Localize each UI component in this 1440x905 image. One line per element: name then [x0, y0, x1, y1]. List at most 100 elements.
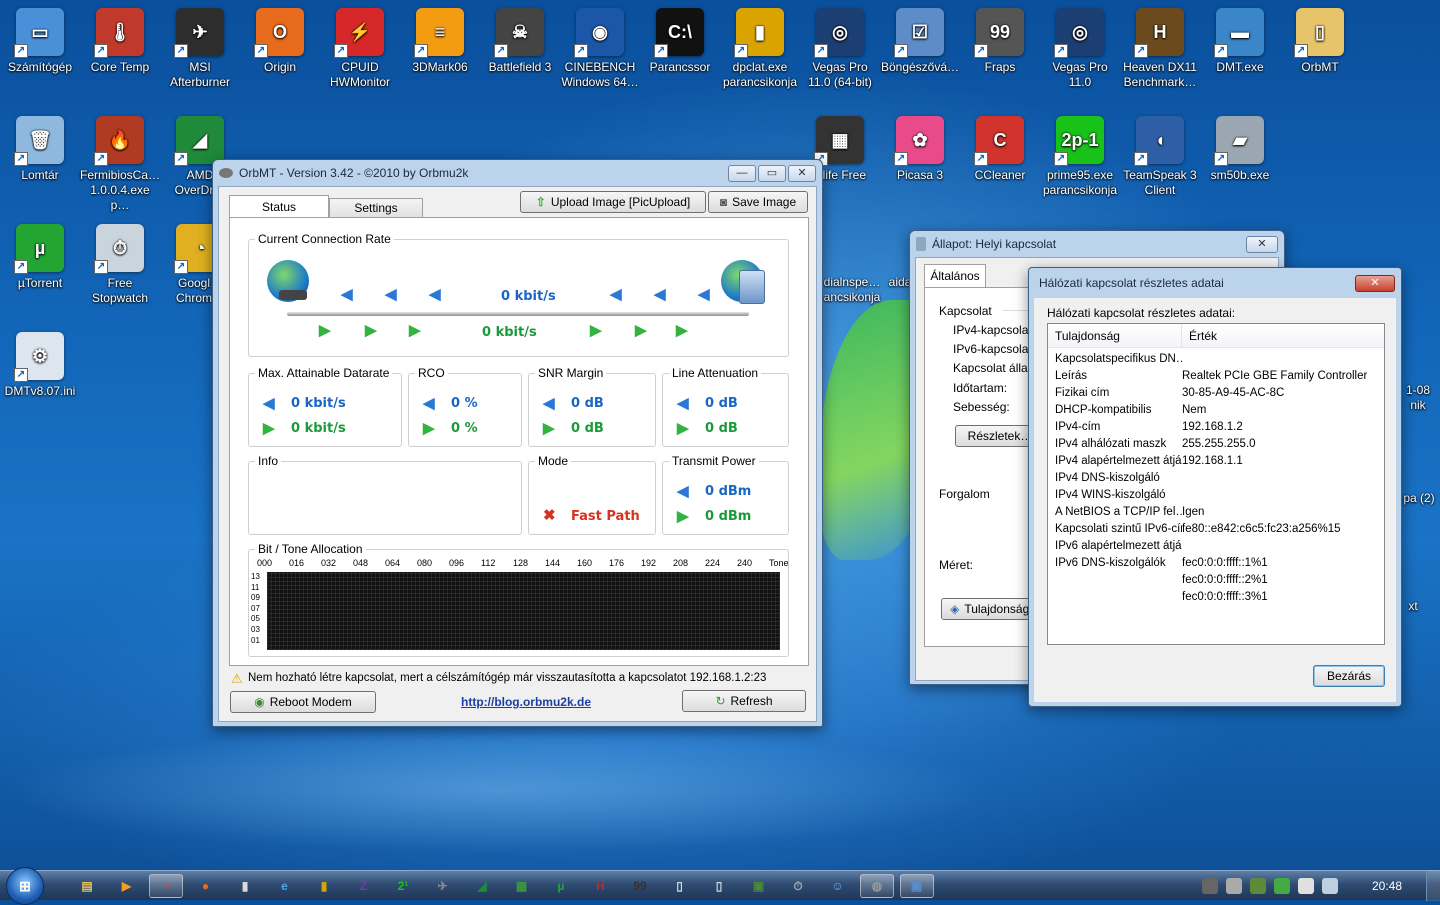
taskbar-chrome-button[interactable]: ◔: [149, 874, 183, 898]
column-header-property[interactable]: Tulajdonság: [1048, 324, 1182, 347]
desktop-icon-partial-2[interactable]: pa (2): [1398, 491, 1440, 506]
maximize-button[interactable]: ▭: [758, 164, 786, 182]
desktop-icon[interactable]: ⏱ ↗ Free Stopwatch: [80, 224, 160, 306]
desktop-icon[interactable]: 🔥 ↗ FermibiosCa… 1.0.0.4.exe p…: [80, 116, 160, 213]
details-titlebar[interactable]: Hálózati kapcsolat részletes adatai ✕: [1029, 268, 1401, 298]
taskbar-utorrent-button[interactable]: µ: [544, 874, 578, 898]
upload-image-button[interactable]: ⇧ Upload Image [PicUpload]: [520, 191, 706, 213]
close-button[interactable]: ✕: [1246, 235, 1278, 253]
desktop-icon[interactable]: ▮ ↗ dpclat.exe parancsikonja: [720, 8, 800, 90]
desktop-icon[interactable]: 🗑 ↗ Lomtár: [0, 116, 80, 183]
tab-general[interactable]: Általános: [924, 264, 986, 288]
close-dialog-button[interactable]: Bezárás: [1313, 665, 1385, 687]
tray-nvidia-icon[interactable]: [1274, 878, 1290, 894]
utorrent-icon: µ: [557, 879, 565, 893]
desktop-icon[interactable]: ▬ ↗ DMT.exe: [1200, 8, 1280, 75]
property-cell: IPv4 DNS-kiszolgáló: [1055, 472, 1160, 484]
details-row[interactable]: DHCP-kompatibilis Nem: [1048, 404, 1384, 421]
taskbar-orbmt-button[interactable]: ◍: [860, 874, 894, 898]
column-header-value[interactable]: Érték: [1182, 324, 1384, 347]
status-titlebar[interactable]: Állapot: Helyi kapcsolat ✕: [910, 231, 1284, 257]
details-row[interactable]: Kapcsolati szintű IPv6-cím fe80::e842:c6c…: [1048, 523, 1384, 540]
taskbar-prime95-button[interactable]: 2¹: [386, 874, 420, 898]
desktop-icon[interactable]: O ↗ Origin: [240, 8, 320, 75]
taskbar-users-button[interactable]: ☺: [821, 874, 855, 898]
taskbar-stopwatch-button[interactable]: ⏱: [781, 874, 815, 898]
desktop-icon[interactable]: ✈ ↗ MSI Afterburner: [160, 8, 240, 90]
blog-link[interactable]: http://blog.orbmu2k.de: [461, 695, 591, 709]
desktop-icon[interactable]: 99 ↗ Fraps: [960, 8, 1040, 75]
details-window[interactable]: Hálózati kapcsolat részletes adatai ✕ Há…: [1028, 267, 1402, 707]
desktop-icon[interactable]: ◎ ↗ Vegas Pro 11.0 (64-bit): [800, 8, 880, 90]
desktop-icon-partial-1[interactable]: 1-08 nik: [1398, 383, 1438, 413]
taskbar-coretemp-button[interactable]: ▮: [228, 874, 262, 898]
desktop-icon[interactable]: 🌡 ↗ Core Temp: [80, 8, 160, 75]
reboot-modem-button[interactable]: ◉ Reboot Modem: [230, 691, 376, 713]
close-button[interactable]: ✕: [788, 164, 816, 182]
desktop-icon-partial-3[interactable]: xt: [1398, 599, 1428, 614]
taskbar-zcpu-button[interactable]: Z: [347, 874, 381, 898]
desktop-icon[interactable]: ◖ ↗ TeamSpeak 3 Client: [1120, 116, 1200, 198]
taskbar-msi-button[interactable]: ✈: [426, 874, 460, 898]
orbmt-titlebar[interactable]: OrbMT - Version 3.42 - ©2010 by Orbmu2k …: [213, 160, 822, 186]
details-row[interactable]: Leírás Realtek PCIe GBE Family Controller: [1048, 370, 1384, 387]
tab-status[interactable]: Status: [229, 195, 329, 218]
desktop-icon[interactable]: C:\ ↗ Parancssor: [640, 8, 720, 75]
details-row[interactable]: IPv4 alhálózati maszk 255.255.255.0: [1048, 438, 1384, 455]
taskbar-ie-button[interactable]: e: [268, 874, 302, 898]
details-row[interactable]: Fizikai cím 30-85-A9-45-AC-8C: [1048, 387, 1384, 404]
taskbar-network-button[interactable]: ▣: [899, 874, 934, 898]
desktop-icon[interactable]: ◎ ↗ Vegas Pro 11.0: [1040, 8, 1120, 90]
desktop-icon[interactable]: ☑ ↗ Böngészővá…: [880, 8, 960, 75]
tray-network-icon[interactable]: [1322, 878, 1338, 894]
tray-gpu-icon[interactable]: [1250, 878, 1266, 894]
details-list[interactable]: Tulajdonság Érték Kapcsolatspecifikus DN…: [1047, 323, 1385, 645]
details-row[interactable]: IPv4 alapértelmezett átjáró 192.168.1.1: [1048, 455, 1384, 472]
desktop-icon[interactable]: ≡ ↗ 3DMark06: [400, 8, 480, 75]
orbmt-window[interactable]: OrbMT - Version 3.42 - ©2010 by Orbmu2k …: [212, 159, 823, 727]
taskbar-explorer-button[interactable]: ▤: [70, 874, 104, 898]
desktop-icon[interactable]: ▰ ↗ sm50b.exe: [1200, 116, 1280, 183]
taskbar-media-button[interactable]: ▶: [110, 874, 144, 898]
details-row[interactable]: IPv6 DNS-kiszolgálók fec0:0:0:ffff::1%1: [1048, 557, 1384, 574]
desktop-icon[interactable]: ☠ ↗ Battlefield 3: [480, 8, 560, 75]
taskbar-gpu-button[interactable]: ▦: [505, 874, 539, 898]
show-desktop-button[interactable]: [1426, 871, 1440, 901]
clock[interactable]: 20:48: [1372, 879, 1402, 893]
desktop-icon[interactable]: C ↗ CCleaner: [960, 116, 1040, 183]
taskbar-dpclat-button[interactable]: ▮: [307, 874, 341, 898]
taskbar-amd-button[interactable]: ◢: [465, 874, 499, 898]
start-button[interactable]: ⊞: [6, 867, 44, 905]
details-row[interactable]: IPv4-cím 192.168.1.2: [1048, 421, 1384, 438]
refresh-button[interactable]: ↻ Refresh: [682, 690, 806, 712]
desktop-icon[interactable]: µ ↗ µTorrent: [0, 224, 80, 291]
taskbar-fraps-button[interactable]: 99: [623, 874, 657, 898]
desktop-icon[interactable]: ✿ ↗ Picasa 3: [880, 116, 960, 183]
taskbar-origin-button[interactable]: ●: [189, 874, 223, 898]
taskbar-heaven-button[interactable]: H: [584, 874, 618, 898]
taskbar-display-button[interactable]: ▣: [742, 874, 776, 898]
close-button[interactable]: ✕: [1355, 274, 1395, 292]
taskbar-file-button[interactable]: ▯: [702, 874, 736, 898]
desktop-icon[interactable]: ◉ ↗ CINEBENCH Windows 64…: [560, 8, 640, 90]
details-row[interactable]: IPv4 DNS-kiszolgáló: [1048, 472, 1384, 489]
details-row[interactable]: Kapcsolatspecifikus DN…: [1048, 353, 1384, 370]
details-row[interactable]: A NetBIOS a TCP/IP fel… Igen: [1048, 506, 1384, 523]
details-row[interactable]: IPv4 WINS-kiszolgáló: [1048, 489, 1384, 506]
details-row[interactable]: IPv6 alapértelmezett átjáró: [1048, 540, 1384, 557]
save-image-button[interactable]: ◙ Save Image: [708, 191, 808, 213]
tab-settings[interactable]: Settings: [329, 198, 423, 218]
tray-flag-icon[interactable]: [1298, 878, 1314, 894]
desktop-icon[interactable]: ⚙ ↗ DMTv8.07.ini: [0, 332, 80, 399]
details-row[interactable]: fec0:0:0:ffff::3%1: [1048, 591, 1384, 608]
desktop-icon[interactable]: ⚡ ↗ CPUID HWMonitor: [320, 8, 400, 90]
desktop-icon[interactable]: ▯ ↗ OrbMT: [1280, 8, 1360, 75]
tray-hdd-icon[interactable]: [1202, 878, 1218, 894]
taskbar-notepad-button[interactable]: ▯: [663, 874, 697, 898]
desktop-icon[interactable]: 2p-1 ↗ prime95.exe parancsikonja: [1040, 116, 1120, 198]
tray-volume-icon[interactable]: [1226, 878, 1242, 894]
desktop-icon[interactable]: H ↗ Heaven DX11 Benchmark…: [1120, 8, 1200, 90]
minimize-button[interactable]: —: [728, 164, 756, 182]
details-row[interactable]: fec0:0:0:ffff::2%1: [1048, 574, 1384, 591]
desktop-icon[interactable]: ▭ ↗ Számítógép: [0, 8, 80, 75]
